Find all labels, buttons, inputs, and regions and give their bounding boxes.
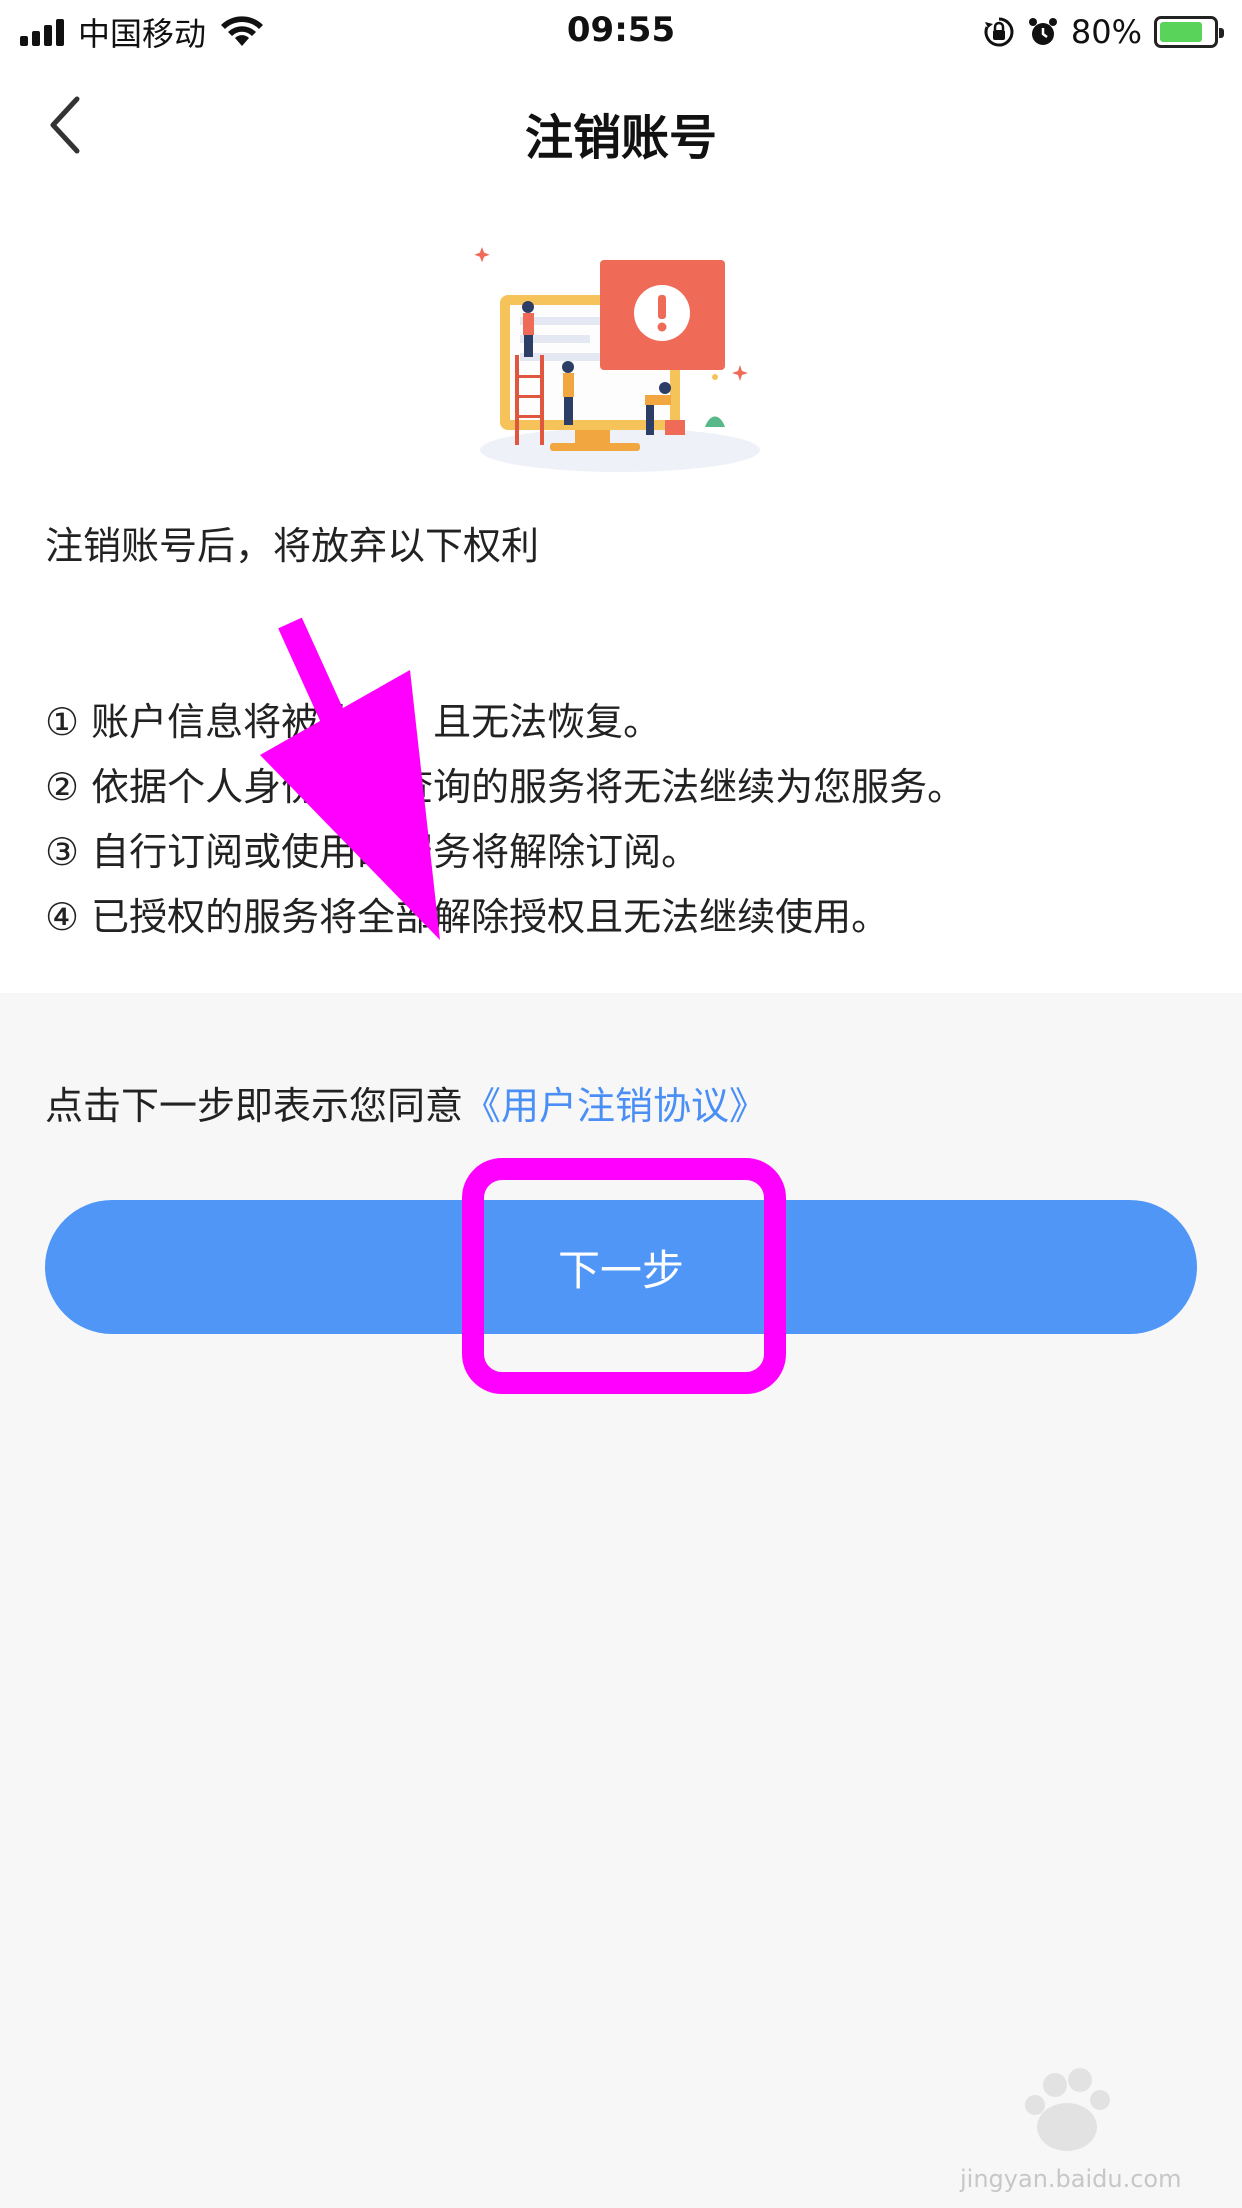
battery-fill	[1160, 22, 1202, 42]
agreement-link[interactable]: 《用户注销协议》	[463, 1084, 767, 1128]
next-button[interactable]: 下一步	[45, 1200, 1197, 1334]
watermark-text: jingyan.baidu.com	[960, 2165, 1182, 2193]
battery-percent: 80%	[1070, 13, 1142, 51]
status-bar: 中国移动 09:55 80%	[0, 0, 1242, 64]
list-item: ① 账户信息将被删除，且无法恢复。	[45, 700, 662, 744]
nav-bar: 注销账号	[0, 72, 1242, 182]
page: 中国移动 09:55 80% 注销账号 注销账号后，将放弃以下权利 ① 账户信息…	[0, 0, 1242, 2208]
intro-text: 注销账号后，将放弃以下权利	[45, 524, 540, 568]
list-item: ② 依据个人身份信息查询的服务将无法继续为您服务。	[45, 765, 966, 809]
agreement-prefix: 点击下一步即表示您同意	[45, 1084, 464, 1128]
alarm-icon	[1028, 18, 1057, 45]
warning-illustration	[474, 247, 760, 472]
list-item: ④ 已授权的服务将全部解除授权且无法继续使用。	[45, 895, 890, 939]
list-item: ③ 自行订阅或使用的服务将解除订阅。	[45, 830, 700, 874]
agreement-text: 点击下一步即表示您同意《用户注销协议》	[45, 1075, 767, 1130]
rights-list: ① 账户信息将被删除，且无法恢复。 ② 依据个人身份信息查询的服务将无法继续为您…	[45, 690, 965, 950]
page-title: 注销账号	[524, 110, 717, 166]
battery-icon	[1154, 16, 1224, 48]
rotation-lock-icon	[984, 17, 1014, 47]
